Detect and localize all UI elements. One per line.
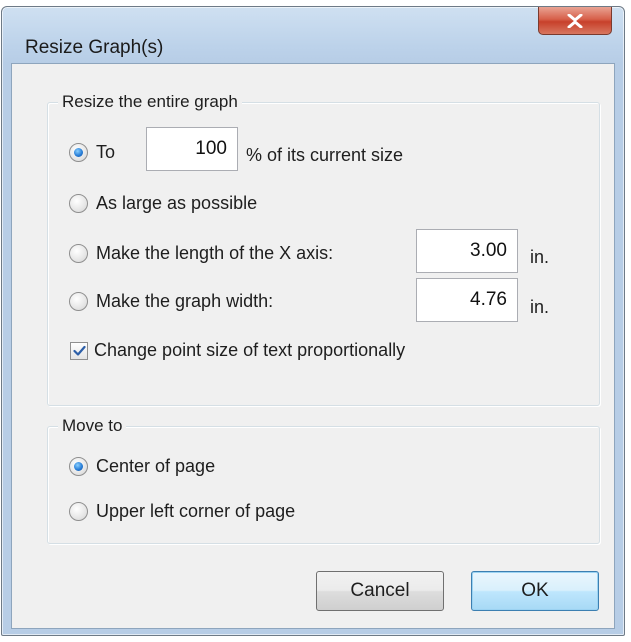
x-axis-unit: in. xyxy=(530,247,550,267)
proportional-text-checkbox[interactable] xyxy=(70,341,88,360)
move-group: Move to xyxy=(47,415,600,544)
radio-center[interactable] xyxy=(69,457,88,476)
graph-width-input[interactable] xyxy=(416,278,518,322)
move-group-title: Move to xyxy=(58,415,127,437)
x-axis-length-input[interactable] xyxy=(416,229,518,273)
option-width-label: Make the graph width: xyxy=(96,291,274,311)
option-center[interactable]: Center of page xyxy=(69,456,215,477)
option-to[interactable]: To xyxy=(69,142,115,163)
percent-suffix: % of its current size xyxy=(246,145,404,165)
window-title: Resize Graph(s) xyxy=(25,37,164,58)
radio-upper-left[interactable] xyxy=(69,502,88,521)
close-icon xyxy=(567,13,583,28)
radio-width[interactable] xyxy=(69,292,88,311)
resize-group-title: Resize the entire graph xyxy=(58,91,242,113)
dialog-body: Resize the entire graph To % of its curr… xyxy=(11,63,615,629)
close-button[interactable] xyxy=(538,7,612,35)
option-upper-left[interactable]: Upper left corner of page xyxy=(69,501,295,522)
proportional-text-option[interactable]: Change point size of text proportionally xyxy=(70,340,405,361)
option-width[interactable]: Make the graph width: xyxy=(69,291,273,312)
option-x-axis[interactable]: Make the length of the X axis: xyxy=(69,243,333,264)
option-to-label: To xyxy=(96,142,116,162)
cancel-button[interactable]: Cancel xyxy=(316,571,444,611)
radio-largest[interactable] xyxy=(69,194,88,213)
radio-to[interactable] xyxy=(69,143,88,162)
option-center-label: Center of page xyxy=(96,456,216,476)
width-unit: in. xyxy=(530,297,550,317)
percent-input[interactable] xyxy=(146,127,238,171)
option-x-axis-label: Make the length of the X axis: xyxy=(96,243,334,263)
option-largest-label: As large as possible xyxy=(96,193,258,213)
proportional-text-label: Change point size of text proportionally xyxy=(94,340,406,360)
dialog-window: Resize Graph(s) Resize the entire graph … xyxy=(1,6,625,636)
title-bar[interactable]: Resize Graph(s) xyxy=(2,7,624,63)
radio-x-axis[interactable] xyxy=(69,244,88,263)
ok-button[interactable]: OK xyxy=(471,571,599,611)
option-upper-left-label: Upper left corner of page xyxy=(96,501,296,521)
option-largest[interactable]: As large as possible xyxy=(69,193,257,214)
checkmark-icon xyxy=(72,345,86,356)
